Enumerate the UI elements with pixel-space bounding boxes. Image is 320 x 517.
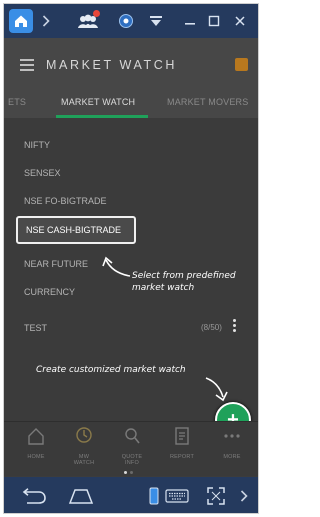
nav-more[interactable]: MORE — [210, 426, 254, 460]
nav-market-watch[interactable]: MW WATCH — [62, 426, 106, 466]
emulator-home-button[interactable] — [9, 9, 33, 33]
more-icon — [224, 434, 240, 438]
minimize-icon[interactable] — [180, 11, 200, 31]
watchlist-count: (8/50) — [201, 323, 222, 332]
bottom-navigation: HOME MW WATCH QUOTE INFO REPORT MORE — [4, 421, 258, 476]
keyboard-icon[interactable] — [164, 486, 190, 506]
nav-label: MW WATCH — [73, 454, 95, 466]
maximize-icon[interactable] — [204, 11, 224, 31]
page-indicator — [124, 471, 133, 474]
nav-label: REPORT — [169, 454, 195, 460]
app-header: MARKET WATCH — [4, 38, 258, 88]
watchlist-name: NIFTY — [24, 140, 50, 150]
watchlist-item[interactable]: TEST (8/50) — [4, 315, 258, 343]
tab-market-movers[interactable]: MARKET MOVERS — [167, 97, 248, 107]
home-icon[interactable] — [66, 486, 96, 506]
watchlist-item-highlighted[interactable]: NSE CASH-BIGTRADE — [16, 216, 136, 244]
close-icon[interactable] — [230, 11, 250, 31]
fullscreen-icon[interactable] — [205, 486, 227, 506]
page-title: MARKET WATCH — [46, 58, 177, 72]
nav-quote[interactable]: QUOTE INFO — [110, 426, 154, 466]
annotation-arrow — [205, 377, 228, 402]
watchlist-name: NEAR FUTURE — [24, 259, 89, 269]
market-watch-icon — [76, 427, 92, 443]
watchlist-name: TEST — [24, 323, 48, 333]
chevron-right-icon[interactable] — [238, 486, 250, 506]
tab-market-watch[interactable]: MARKET WATCH — [61, 97, 135, 107]
watchlist-name: SENSEX — [24, 168, 61, 178]
multi-instance-icon[interactable] — [76, 10, 100, 31]
watchlist-list: NIFTY SENSEX NSE FO-BIGTRADE NSE CASH-BI… — [4, 118, 258, 421]
nav-label: MORE — [223, 454, 241, 460]
watchlist-name: CURRENCY — [24, 287, 76, 297]
dropdown-menu-icon[interactable] — [146, 11, 166, 31]
device-frame: MARKET WATCH ETS MARKET WATCH MARKET MOV… — [3, 3, 259, 514]
emulator-top-bar — [4, 4, 258, 38]
emulator-bottom-bar — [4, 477, 258, 513]
nav-report[interactable]: REPORT — [160, 426, 204, 460]
watchlist-name: NSE CASH-BIGTRADE — [26, 225, 122, 235]
back-icon[interactable] — [18, 486, 48, 506]
watchlist-item[interactable]: NSE FO-BIGTRADE — [4, 188, 258, 216]
notification-badge — [93, 10, 100, 17]
report-icon — [175, 427, 189, 445]
watchlist-name: NSE FO-BIGTRADE — [24, 196, 107, 206]
home-icon — [15, 15, 27, 27]
nav-label: HOME — [27, 454, 45, 460]
watchlist-item[interactable]: SENSEX — [4, 160, 258, 188]
annotation-predefined: Select from predefined market watch — [132, 271, 236, 293]
notification-icon[interactable] — [235, 58, 248, 71]
quote-icon — [125, 428, 140, 444]
location-icon[interactable] — [116, 11, 136, 31]
tab-bar: ETS MARKET WATCH MARKET MOVERS — [4, 88, 258, 118]
annotation-customized: Create customized market watch — [36, 365, 186, 375]
watchlist-item[interactable]: NIFTY — [4, 132, 258, 160]
hamburger-menu-icon[interactable] — [20, 59, 34, 74]
tab-ets[interactable]: ETS — [8, 97, 26, 107]
home-icon — [28, 428, 44, 445]
phone-icon[interactable] — [147, 486, 161, 506]
chevron-right-icon[interactable] — [36, 11, 56, 31]
more-options-icon[interactable] — [233, 319, 237, 334]
nav-label: QUOTE INFO — [121, 454, 143, 466]
nav-home[interactable]: HOME — [14, 426, 58, 460]
